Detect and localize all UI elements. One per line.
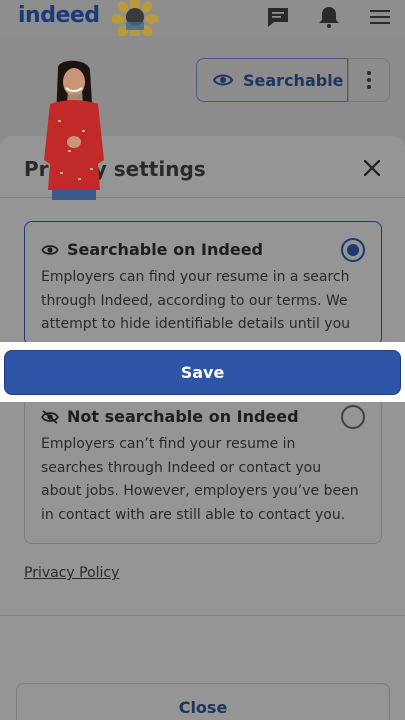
close-button[interactable]: Close [16,683,390,720]
close-icon[interactable] [360,156,384,180]
divider [0,615,405,616]
privacy-policy-link[interactable]: Privacy Policy [24,565,119,581]
menu-icon[interactable] [368,6,392,28]
eye-off-icon [41,409,59,424]
searchable-option-description: Employers can find your resume in a sear… [41,269,351,332]
searchable-radio[interactable] [341,238,365,262]
not-searchable-option-title: Not searchable on Indeed [67,407,299,426]
indeed-logo[interactable]: indeed [18,3,100,28]
not-searchable-radio[interactable] [341,405,365,429]
not-searchable-option-header: Not searchable on Indeed [41,407,299,426]
sunflower-icon [112,0,158,38]
notifications-icon[interactable] [317,6,341,28]
person-illustration [44,60,104,200]
searchable-option-header: Searchable on Indeed [41,240,263,259]
eye-icon [41,244,59,255]
searchable-status-button[interactable]: Searchable [196,58,348,102]
searchable-option[interactable]: Searchable on Indeed Employers can find … [24,221,382,346]
searchable-option-title: Searchable on Indeed [67,240,263,259]
not-searchable-option-description: Employers can’t find your resume in sear… [41,436,359,523]
not-searchable-option[interactable]: Not searchable on Indeed Employers can’t… [24,396,382,544]
searchable-status-label: Searchable [243,70,344,90]
save-button[interactable]: Save [4,350,401,395]
messages-icon[interactable] [266,6,290,28]
more-vertical-icon [367,71,371,89]
more-options-button[interactable] [348,58,390,102]
eye-icon [213,74,233,86]
top-navigation-bar: indeed [0,0,405,38]
